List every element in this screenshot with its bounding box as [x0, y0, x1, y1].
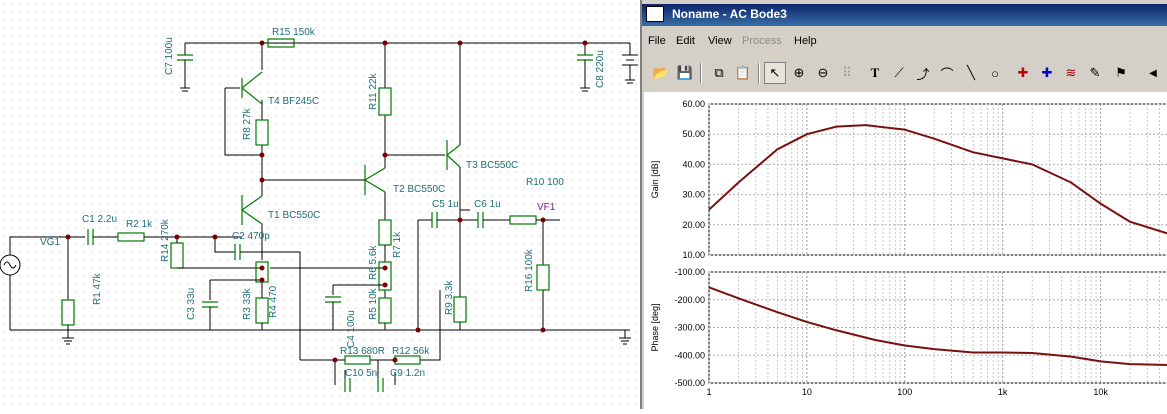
y-tick-label-0-2: 40.00	[682, 159, 705, 169]
label-c5: C5 1u	[432, 199, 459, 210]
label-vg1: VG1	[40, 237, 60, 248]
label-c7: C7 100u	[164, 37, 175, 75]
flag-icon[interactable]: ⚑	[1110, 62, 1132, 84]
label-t4: T4 BF245C	[268, 96, 319, 107]
y-tick-label-0-4: 20.00	[682, 220, 705, 230]
y-axis-label-0: Gain [dB]	[650, 161, 660, 199]
label-r12: R12 56k	[392, 346, 430, 357]
bode-plot: 60.00 50.00 40.00 30.00 20.00 10.00 Gain [dB] -…	[650, 99, 1167, 397]
label-r8: R8 27k	[242, 107, 253, 140]
label-c4: C4 100u	[346, 310, 357, 348]
label-r5: R5 10k	[368, 287, 379, 320]
label-r15: R15 150k	[272, 27, 316, 38]
menu-view[interactable]: View	[708, 35, 732, 47]
label-t3: T3 BC550C	[466, 160, 518, 171]
text-icon[interactable]: T	[864, 62, 886, 84]
plot-area[interactable]: 60.00 50.00 40.00 30.00 20.00 10.00 Gain [dB] -…	[644, 92, 1167, 409]
circle-icon[interactable]: ○	[984, 62, 1006, 84]
zoom-out-icon[interactable]: ⊖	[812, 62, 834, 84]
y-tick-label-1-0: -100.00	[674, 267, 705, 277]
y-tick-label-1-3: -400.00	[674, 350, 705, 360]
y-tick-label-0-5: 10.00	[682, 250, 705, 260]
label-t2: T2 BC550C	[393, 184, 445, 195]
label-c9: C9 1.2n	[390, 368, 425, 379]
circuit-schematic[interactable]: R15 150k C7 100u T4 BF245C R8 27k R11 22…	[0, 0, 640, 409]
label-r16: R16 100k	[524, 248, 535, 292]
wave-icon[interactable]: ≋	[1060, 62, 1082, 84]
label-r2: R2 1k	[126, 219, 153, 230]
label-r6: R6 5.6k	[368, 245, 379, 280]
label-vf1: VF1	[537, 202, 556, 213]
menu-file[interactable]: File	[648, 35, 666, 47]
zoom-in-icon[interactable]: ⊕	[788, 62, 810, 84]
y-tick-label-1-4: -500.00	[674, 378, 705, 388]
x-tick-label-4: 10k	[1093, 387, 1108, 397]
toolbar: 📂 💾 ⧉ 📋 ↖ ⊕ ⊖ ⠿ T ⟋ ⤴ ⌒ ╲ ○ ✚ ✚ ≋ ✎ ⚑ ◀	[642, 58, 1167, 88]
x-tick-label-2: 100	[897, 387, 912, 397]
schematic-drawing: R15 150k C7 100u T4 BF245C R8 27k R11 22…	[0, 27, 638, 392]
window-title: Noname - AC Bode3	[672, 7, 787, 21]
x-tick-label-0: 1	[706, 387, 711, 397]
title-bar[interactable]: Noname - AC Bode3	[642, 4, 1167, 26]
y-tick-label-1-1: -200.00	[674, 295, 705, 305]
label-r3: R3 33k	[242, 287, 253, 320]
label-c2: C2 470p	[232, 231, 270, 242]
label-r11: R11 22k	[368, 72, 379, 110]
label-r14: R14 270k	[160, 218, 171, 262]
menu-bar: File Edit View Process Help	[642, 30, 1167, 52]
bode-window[interactable]: Noname - AC Bode3 File Edit View Process…	[640, 0, 1167, 409]
y-tick-label-1-2: -300.00	[674, 323, 705, 333]
label-c10: C10 5n	[345, 368, 377, 379]
label-r7: R7 1k	[392, 231, 403, 258]
straight-line-icon[interactable]: ╲	[960, 62, 982, 84]
arc-tool-icon[interactable]: ⌒	[936, 62, 958, 84]
bode-app-icon	[646, 6, 664, 22]
label-c6: C6 1u	[474, 199, 501, 210]
label-r9: R9 3.3k	[444, 280, 455, 315]
pointer-icon[interactable]: ↖	[764, 62, 786, 84]
label-t1: T1 BC550C	[268, 210, 320, 221]
label-c8: C8 220u	[595, 50, 606, 88]
label-r13: R13 680R	[340, 346, 385, 357]
x-tick-label-3: 1k	[998, 387, 1008, 397]
menu-edit[interactable]: Edit	[676, 35, 695, 47]
line-tool-icon[interactable]: ⟋	[888, 62, 910, 84]
label-r4: R4 470	[268, 285, 279, 318]
menu-process[interactable]: Process	[742, 35, 782, 47]
y-tick-label-0-0: 60.00	[682, 99, 705, 109]
y-axis-label-1: Phase [deg]	[650, 303, 660, 351]
grid-icon[interactable]: ⠿	[836, 62, 858, 84]
marker-a-icon[interactable]: ✚	[1012, 62, 1034, 84]
probe-icon[interactable]: ✎	[1084, 62, 1106, 84]
save-icon[interactable]: 💾	[674, 62, 696, 84]
copy-icon[interactable]: ⧉	[708, 62, 730, 84]
label-r1: R1 47k	[92, 272, 103, 305]
scroll-left-icon[interactable]: ◀	[1142, 62, 1164, 84]
paste-icon[interactable]: 📋	[732, 62, 754, 84]
marker-b-icon[interactable]: ✚	[1036, 62, 1058, 84]
menu-help[interactable]: Help	[794, 35, 817, 47]
open-folder-icon[interactable]: 📂	[650, 62, 672, 84]
label-c1: C1 2.2u	[82, 214, 117, 225]
label-c3: C3 33u	[186, 288, 197, 320]
label-r10: R10 100	[526, 177, 564, 188]
curve-tool-icon[interactable]: ⤴	[912, 62, 934, 84]
x-tick-label-1: 10	[802, 387, 812, 397]
y-tick-label-0-3: 30.00	[682, 190, 705, 200]
y-tick-label-0-1: 50.00	[682, 129, 705, 139]
